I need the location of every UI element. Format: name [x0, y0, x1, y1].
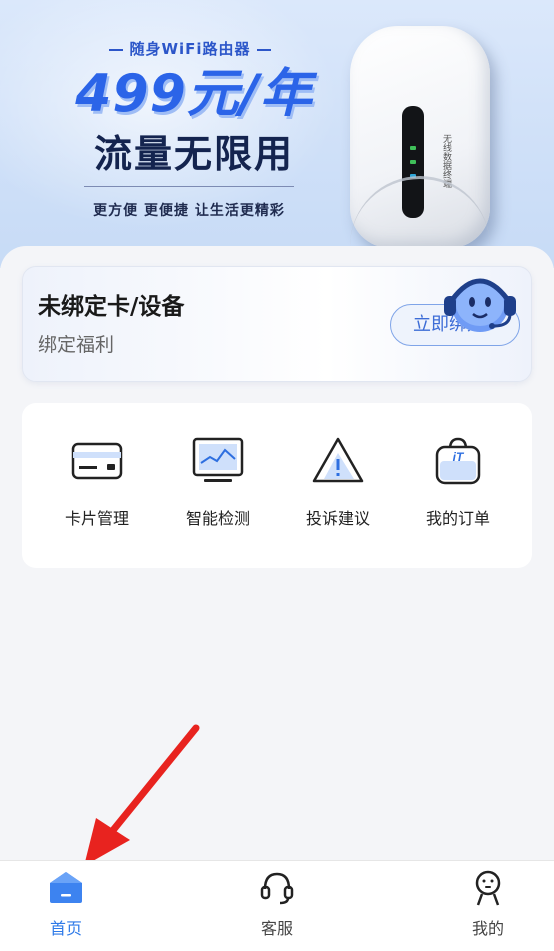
- bind-card-subtitle: 绑定福利: [38, 334, 115, 356]
- feature-label: 我的订单: [425, 509, 490, 528]
- feature-smart-detection[interactable]: 智能检测: [158, 433, 278, 543]
- card-icon: [71, 442, 123, 480]
- feature-label: 投诉建议: [305, 509, 370, 528]
- profile-icon: [475, 870, 501, 906]
- support-mascot-icon[interactable]: [436, 266, 524, 338]
- warning-icon: [312, 437, 364, 483]
- banner-subtitle: 随身WiFi路由器: [90, 38, 290, 59]
- shopping-bag-icon: iT: [435, 437, 481, 485]
- bottom-navigation: 首页 客服 我的: [0, 860, 554, 951]
- router-led: [410, 146, 416, 150]
- feature-label: 卡片管理: [64, 509, 129, 528]
- wifi-router-image: 无线数据终端: [350, 26, 490, 248]
- headset-icon: [260, 872, 294, 905]
- nav-label: 我的: [471, 919, 504, 938]
- router-led: [410, 160, 416, 164]
- feature-my-orders[interactable]: iT 我的订单: [398, 433, 518, 543]
- feature-complaints[interactable]: 投诉建议: [278, 433, 398, 543]
- feature-grid: 卡片管理 智能检测 投诉建议 iT 我的订单: [22, 403, 532, 568]
- nav-profile[interactable]: 我的: [443, 867, 533, 947]
- banner-divider: [84, 186, 294, 187]
- banner-slogan: 更方便 更便捷 让生活更精彩: [93, 203, 285, 219]
- promo-banner[interactable]: 随身WiFi路由器 499元/年 流量无限用 更方便 更便捷 让生活更精彩 无线…: [0, 0, 554, 268]
- nav-label: 首页: [49, 919, 82, 938]
- banner-headline: 流量无限用: [93, 132, 294, 176]
- svg-text:iT: iT: [453, 450, 465, 464]
- banner-price: 499元/年: [75, 64, 313, 124]
- monitor-chart-icon: [192, 437, 244, 482]
- nav-label: 客服: [260, 919, 293, 938]
- feature-label: 智能检测: [185, 509, 250, 528]
- router-curve: [350, 176, 490, 248]
- home-icon: [50, 872, 82, 903]
- nav-customer-service[interactable]: 客服: [232, 867, 322, 947]
- nav-home[interactable]: 首页: [21, 867, 111, 947]
- red-arrow-annotation: [84, 724, 200, 866]
- bind-card-title: 未绑定卡/设备: [38, 294, 185, 320]
- feature-card-management[interactable]: 卡片管理: [37, 433, 157, 543]
